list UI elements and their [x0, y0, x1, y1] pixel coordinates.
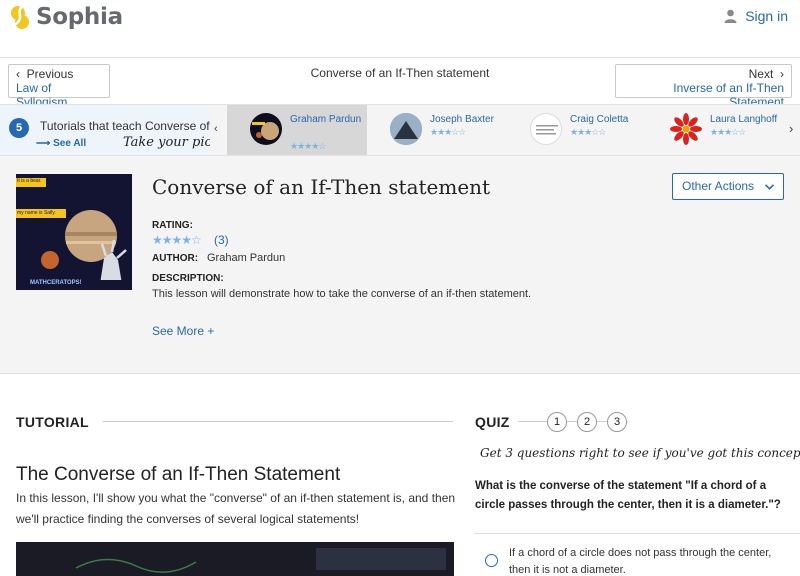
- lesson-navigation: ‹ Previous Law of Syllogism Converse of …: [0, 58, 800, 109]
- chevron-left-icon[interactable]: ‹: [214, 123, 218, 135]
- see-all-link[interactable]: ⟶ See All: [36, 138, 86, 149]
- quiz-question-number-2[interactable]: 2: [577, 412, 597, 432]
- tutorial-rating-stars: ★★★☆☆: [570, 127, 606, 137]
- lesson-title: Converse of an If-Then statement: [152, 175, 491, 199]
- tutorial-card-graham-pardun[interactable]: Graham Pardun ★★★★☆: [227, 105, 367, 155]
- other-actions-label: Other Actions: [682, 179, 755, 193]
- image-caption: It is a bear.: [17, 178, 42, 184]
- tutorial-card-laura-langhoff[interactable]: Laura Langhoff ★★★☆☆: [647, 105, 787, 155]
- chevron-right-icon: ›: [780, 67, 784, 81]
- tutorials-strip: 5 Tutorials that teach Converse of an If…: [0, 104, 800, 156]
- tutorial-count-badge: 5: [9, 118, 29, 138]
- lesson-thumbnail-image: It is a bear. my name is Sally. MATHCERA…: [16, 174, 132, 290]
- tutorial-card-joseph-baxter[interactable]: Joseph Baxter ★★★☆☆: [367, 105, 507, 155]
- sophia-logo[interactable]: Sophia: [10, 4, 123, 30]
- tutorial-author-name: Graham Pardun: [290, 114, 362, 125]
- tutorial-title: The Converse of an If-Then Statement: [16, 464, 341, 485]
- sign-in-link[interactable]: Sign in: [724, 8, 788, 24]
- next-lesson-button[interactable]: Next › Inverse of an If-Then Statement: [615, 64, 792, 109]
- see-more-link[interactable]: See More +: [152, 324, 214, 338]
- answer-text: If a chord of a circle does not pass thr…: [509, 547, 772, 576]
- tutorial-author-name: Laura Langhoff: [710, 114, 778, 125]
- quiz-question-number-3[interactable]: 3: [607, 412, 627, 432]
- rating-count-link[interactable]: (3): [214, 233, 229, 247]
- rating-stars: ★★★★☆: [152, 233, 202, 247]
- tutorial-rating-stars: ★★★☆☆: [430, 127, 466, 137]
- answer-radio-button[interactable]: [485, 554, 498, 567]
- tutorial-rating-stars: ★★★☆☆: [710, 127, 746, 137]
- chevron-right-icon[interactable]: ›: [789, 121, 793, 136]
- tutorial-thumbnail: [250, 113, 282, 145]
- quiz-answer-option[interactable]: If a chord of a circle does not pass thr…: [475, 533, 800, 576]
- image-footer-text: MATHCERATOPS!: [30, 280, 82, 286]
- lesson-details: It is a bear. my name is Sally. MATHCERA…: [0, 156, 800, 374]
- tutorial-card-craig-coletta[interactable]: Craig Coletta ★★★☆☆: [507, 105, 647, 155]
- tutorial-thumbnail: [670, 113, 702, 145]
- author-label: Author:: [152, 253, 199, 264]
- description-label: Description:: [152, 273, 224, 284]
- site-header: Sophia Sign in: [0, 0, 800, 58]
- tutorial-thumbnail: [530, 113, 562, 145]
- tutorials-strip-intro: 5 Tutorials that teach Converse of an If…: [0, 105, 210, 155]
- tutorial-author-name: Joseph Baxter: [430, 114, 494, 125]
- take-your-pick-text: Take your pick:: [120, 135, 210, 150]
- see-all-label: See All: [53, 138, 87, 149]
- tutorials-strip-label: Tutorials that teach Converse of an If-T…: [40, 119, 210, 133]
- divider: [103, 421, 453, 422]
- sign-in-label: Sign in: [745, 8, 788, 24]
- image-caption: my name is Sally.: [17, 210, 56, 216]
- tutorial-video-player[interactable]: [16, 542, 454, 576]
- rating-label: Rating:: [152, 220, 193, 231]
- author-name: Graham Pardun: [207, 252, 286, 264]
- next-label: Next: [748, 67, 774, 81]
- logo-text: Sophia: [36, 4, 123, 30]
- tutorial-author-name: Craig Coletta: [570, 114, 629, 125]
- other-actions-button[interactable]: Other Actions: [672, 173, 784, 200]
- user-icon: [724, 9, 737, 23]
- tutorial-section-label: TUTORIAL: [16, 414, 89, 430]
- arrow-right-icon: ⟶: [36, 138, 51, 149]
- chevron-down-icon: [765, 184, 775, 190]
- sophia-logo-icon: [10, 4, 30, 30]
- quiz-question-number-1[interactable]: 1: [547, 412, 567, 432]
- quiz-section-label: QUIZ: [475, 414, 510, 430]
- quiz-question: What is the converse of the statement "I…: [475, 480, 781, 511]
- lesson-description: This lesson will demonstrate how to take…: [152, 288, 532, 300]
- tutorial-thumbnail: [390, 113, 422, 145]
- tutorial-description: In this lesson, I'll show you what the "…: [16, 491, 456, 526]
- tutorial-rating-stars: ★★★★☆: [290, 141, 326, 151]
- quiz-hint: Get 3 questions right to see if you've g…: [480, 446, 800, 460]
